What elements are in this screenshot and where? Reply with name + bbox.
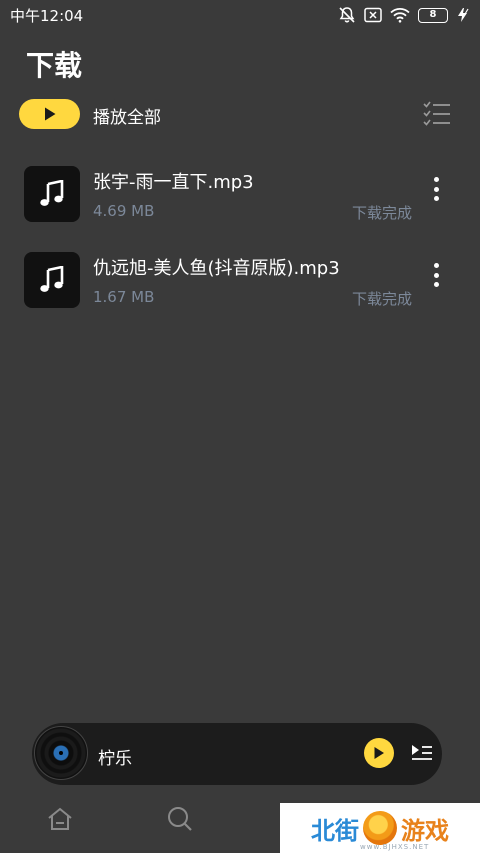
more-options-icon[interactable] xyxy=(426,174,446,204)
battery-level: 8 xyxy=(429,9,437,20)
play-all-label[interactable]: 播放全部 xyxy=(93,103,161,128)
sun-logo-icon xyxy=(363,811,397,845)
song-title: 仇远旭-美人鱼(抖音原版).mp3 xyxy=(93,258,340,279)
page-title: 下载 xyxy=(26,49,83,82)
checklist-icon xyxy=(423,101,450,126)
player-track-title[interactable]: 柠乐 xyxy=(98,744,132,769)
music-note-icon xyxy=(40,266,64,292)
watermark-url: www.BJHXS.NET xyxy=(360,843,430,851)
status-bar: 中午12:04 8 xyxy=(0,0,480,30)
mute-bell-icon xyxy=(339,7,355,23)
charging-icon xyxy=(458,8,469,22)
more-options-icon[interactable] xyxy=(426,260,446,290)
play-all-button[interactable] xyxy=(19,99,80,129)
wifi-icon xyxy=(390,8,410,23)
status-icons: 8 xyxy=(338,6,470,24)
play-icon xyxy=(44,107,55,121)
sim-none-icon xyxy=(364,7,382,23)
song-row[interactable]: 张宇-雨一直下.mp3 4.69 MB 下载完成 xyxy=(0,156,480,236)
download-status: 下载完成 xyxy=(351,290,412,308)
song-cover xyxy=(24,166,80,222)
song-cover xyxy=(24,252,80,308)
play-icon xyxy=(374,747,384,759)
vinyl-center xyxy=(59,751,63,755)
status-time: 中午12:04 xyxy=(10,6,84,25)
download-status: 下载完成 xyxy=(351,204,412,222)
song-title: 张宇-雨一直下.mp3 xyxy=(93,172,254,193)
nav-search[interactable] xyxy=(165,804,195,834)
watermark-left-text: 北街 xyxy=(311,816,359,845)
battery-icon: 8 xyxy=(418,7,448,23)
song-size: 4.69 MB xyxy=(93,202,155,220)
player-play-button[interactable] xyxy=(364,738,394,768)
watermark-right-text: 游戏 xyxy=(401,816,449,845)
nav-home[interactable] xyxy=(45,804,75,834)
search-icon xyxy=(168,807,192,831)
home-icon xyxy=(48,807,72,830)
music-note-icon xyxy=(40,180,64,206)
song-row[interactable]: 仇远旭-美人鱼(抖音原版).mp3 1.67 MB 下载完成 xyxy=(0,242,480,322)
multi-select-button[interactable] xyxy=(420,98,454,130)
song-size: 1.67 MB xyxy=(93,288,155,306)
playlist-icon xyxy=(412,745,432,760)
playlist-queue-button[interactable] xyxy=(410,742,434,764)
